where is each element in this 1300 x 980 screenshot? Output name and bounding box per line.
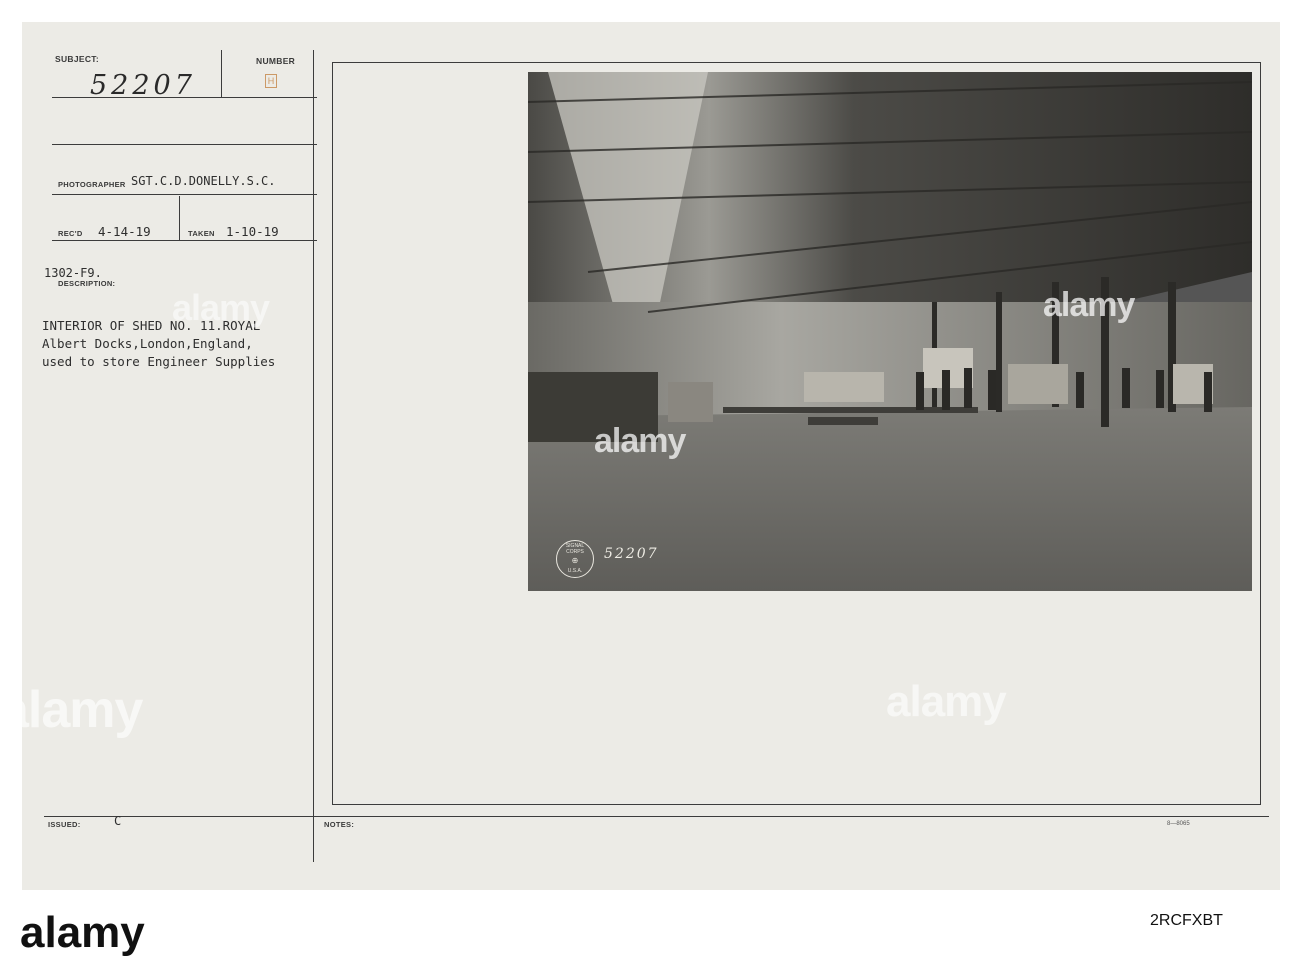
number-label: NUMBER — [256, 56, 296, 66]
recd-value: 4-14-19 — [98, 224, 151, 239]
photographer-label: PHOTOGRAPHER — [58, 180, 126, 189]
stamp-text: SIGNAL CORPS — [565, 543, 585, 555]
divider — [52, 144, 317, 145]
divider — [221, 50, 222, 98]
photographer-value: SGT.C.D.DONELLY.S.C. — [131, 174, 276, 188]
subject-label: SUBJECT: — [55, 54, 99, 64]
recd-label: REC'D — [58, 229, 83, 238]
photo-number: 52207 — [604, 546, 659, 562]
photograph: SIGNAL CORPS ⊕ U.S.A. 52207 alamy alamy — [528, 72, 1252, 591]
divider — [179, 196, 180, 240]
stamp-usa: U.S.A. — [567, 568, 583, 574]
divider — [44, 816, 1269, 817]
signal-corps-stamp: SIGNAL CORPS ⊕ U.S.A. — [556, 540, 594, 578]
notes-label: NOTES: — [324, 820, 355, 829]
taken-label: TAKEN — [188, 229, 215, 238]
divider — [52, 97, 317, 98]
divider — [52, 194, 317, 195]
watermark-logo: alamy — [886, 677, 1007, 726]
issued-label: ISSUED: — [48, 820, 81, 829]
stamp-center-icon: ⊕ — [571, 556, 579, 565]
warehouse-photo — [528, 72, 1252, 591]
description-label: DESCRIPTION: — [58, 279, 116, 288]
image-id: 2RCFXBT — [1150, 912, 1223, 929]
number-value: H — [265, 74, 277, 88]
watermark-footer: alamy 2RCFXBT — [0, 890, 1300, 980]
watermark-logo: alamy — [594, 422, 686, 460]
description-line: Albert Docks,London,England, — [42, 336, 253, 351]
file-code: 1302-F9. — [44, 266, 102, 280]
watermark-logo: alamy — [172, 287, 270, 328]
taken-value: 1-10-19 — [226, 224, 279, 239]
alamy-logo: alamy — [20, 908, 145, 957]
watermark-logo: alamy — [0, 681, 143, 739]
watermark-logo: alamy — [1043, 286, 1135, 324]
column-divider — [313, 50, 314, 862]
description-line: used to store Engineer Supplies — [42, 354, 276, 369]
divider — [52, 240, 317, 241]
form-code: 8—8065 — [1167, 821, 1190, 827]
issued-value: C — [114, 814, 122, 828]
